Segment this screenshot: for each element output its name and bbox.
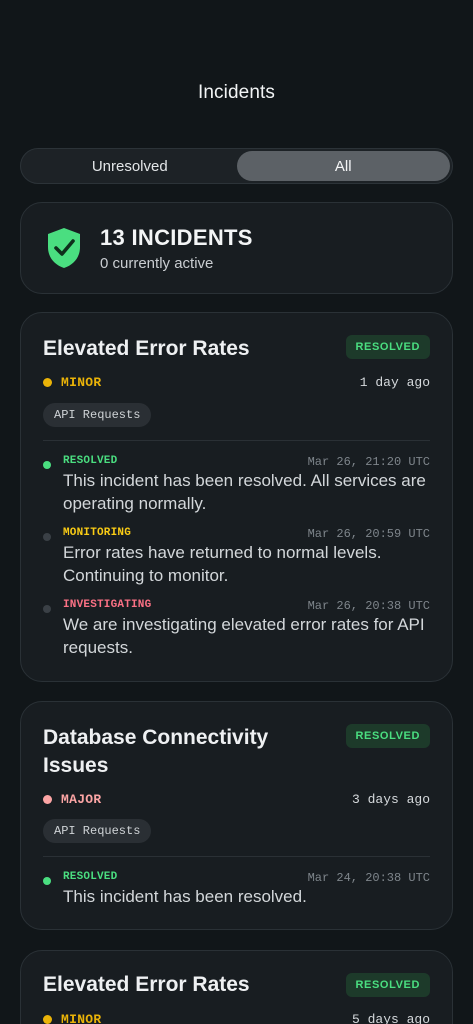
update-time: Mar 24, 20:38 UTC [307, 871, 430, 885]
page-title: Incidents [198, 82, 275, 103]
shield-check-icon [48, 228, 80, 268]
update-status: RESOLVED [63, 871, 118, 883]
incident-card[interactable]: Elevated Error Rates RESOLVED MINOR 5 da… [20, 950, 453, 1024]
update-dot [43, 605, 51, 613]
update-item: RESOLVED Mar 26, 21:20 UTC This incident… [43, 455, 430, 517]
impact-dot [43, 377, 52, 387]
update-time: Mar 26, 20:59 UTC [307, 527, 430, 541]
update-message: This incident has been resolved. [63, 887, 307, 906]
update-item: INVESTIGATING Mar 26, 20:38 UTC We are i… [43, 599, 430, 661]
divider [43, 440, 430, 441]
update-message: This incident has been resolved. All ser… [63, 471, 426, 513]
update-dot [43, 877, 51, 885]
filter-all-tab[interactable]: All [236, 151, 450, 181]
update-dot [43, 533, 51, 541]
time-ago: 3 days ago [351, 791, 430, 807]
impact-dot [43, 1014, 52, 1024]
update-time: Mar 26, 21:20 UTC [307, 455, 430, 469]
impact-label: MINOR [61, 1011, 102, 1024]
incident-title: Elevated Error Rates [43, 973, 250, 996]
divider [43, 856, 430, 857]
status-badge: RESOLVED [345, 724, 430, 748]
impact-row: MAJOR 3 days ago [43, 790, 430, 808]
impact-dot [43, 794, 52, 804]
component-chip: API Requests [43, 403, 152, 427]
incident-title: Elevated Error Rates [43, 337, 250, 360]
impact-row: MINOR 5 days ago [43, 1010, 430, 1024]
update-message: We are investigating elevated error rate… [63, 615, 425, 657]
update-item: RESOLVED Mar 24, 20:38 UTC This incident… [43, 871, 430, 911]
incidents-screen: Incidents Unresolved All 13 INCIDENTS 0 … [0, 0, 473, 1024]
status-badge: RESOLVED [345, 335, 430, 359]
update-status: INVESTIGATING [63, 599, 152, 611]
update-status: RESOLVED [63, 455, 118, 467]
update-status: MONITORING [63, 527, 132, 539]
impact-label: MINOR [61, 374, 102, 390]
impact-label: MAJOR [61, 791, 102, 807]
incident-count: 13 INCIDENTS [100, 225, 253, 250]
time-ago: 5 days ago [351, 1011, 430, 1024]
component-chip: API Requests [43, 819, 152, 843]
status-badge: RESOLVED [345, 973, 430, 997]
time-ago: 1 day ago [359, 374, 430, 390]
active-count: 0 currently active [100, 255, 214, 272]
filter-segmented-control: Unresolved All [20, 148, 453, 184]
update-item: MONITORING Mar 26, 20:59 UTC Error rates… [43, 527, 430, 589]
filter-unresolved-tab[interactable]: Unresolved [23, 151, 237, 181]
impact-row: MINOR 1 day ago [43, 373, 430, 391]
incident-summary-card: 13 INCIDENTS 0 currently active [20, 202, 453, 294]
update-dot [43, 461, 51, 469]
update-time: Mar 26, 20:38 UTC [307, 599, 430, 613]
update-message: Error rates have returned to normal leve… [63, 543, 382, 585]
incident-title: Database Connectivity Issues [43, 726, 269, 777]
incident-card[interactable]: Database Connectivity Issues RESOLVED MA… [20, 701, 453, 930]
incident-card[interactable]: Elevated Error Rates RESOLVED MINOR 1 da… [20, 312, 453, 682]
